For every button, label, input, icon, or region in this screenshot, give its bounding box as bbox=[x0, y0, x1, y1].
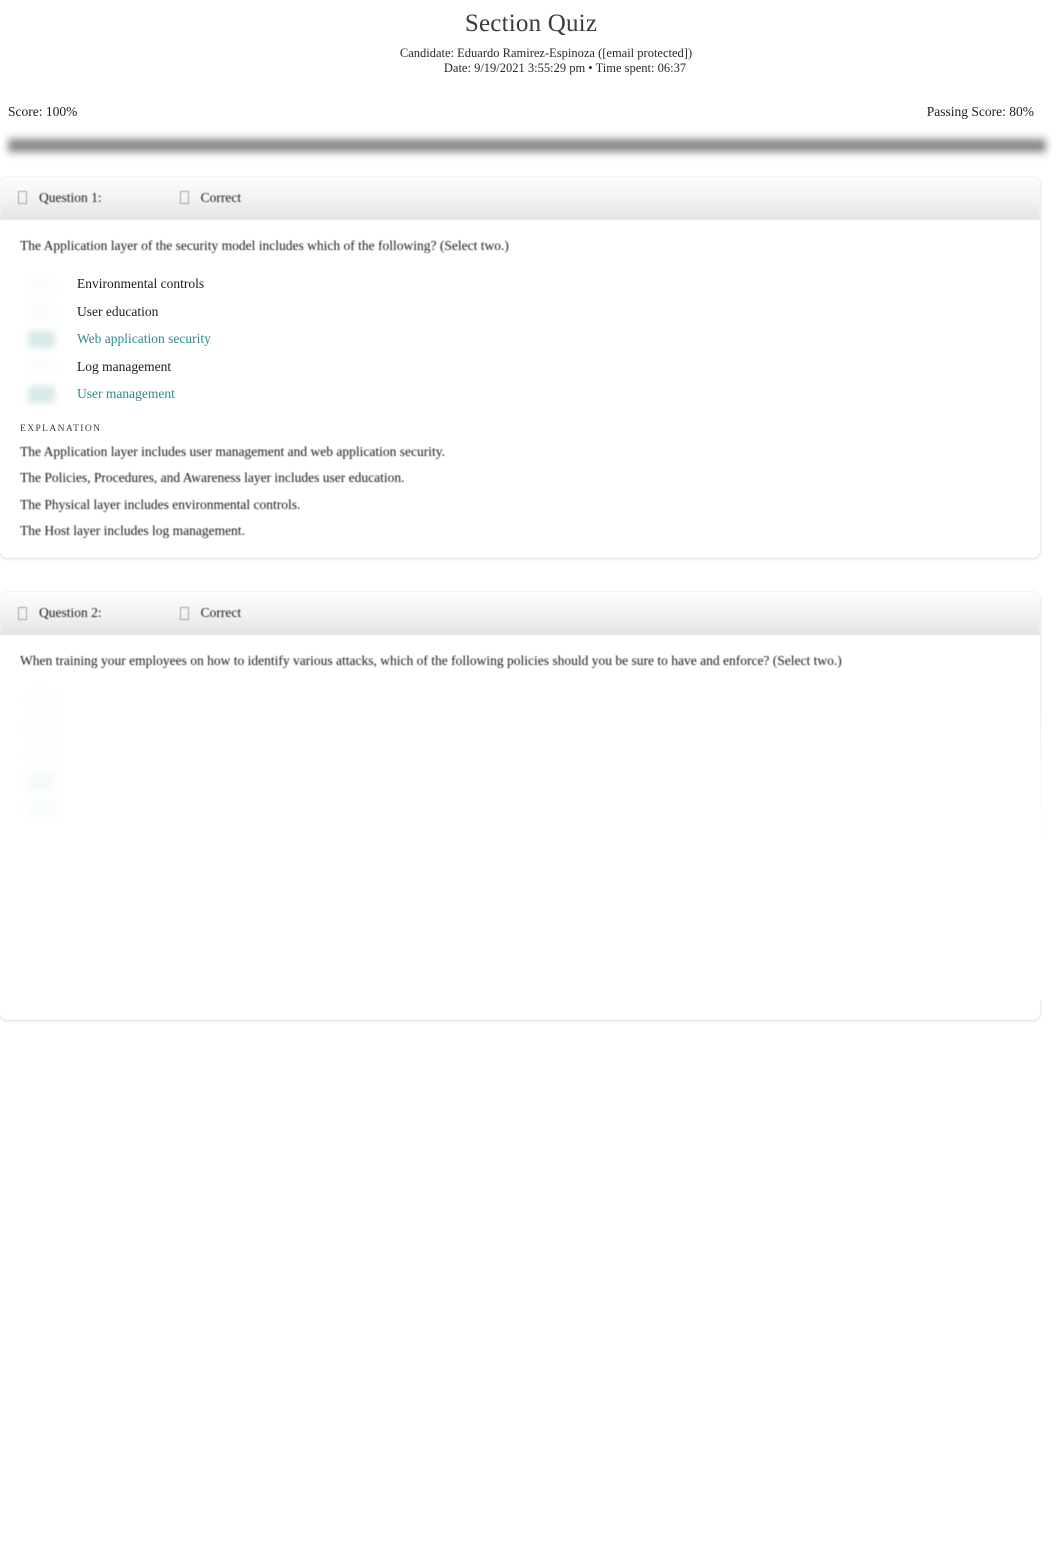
answer-option-selected[interactable]: User management bbox=[20, 381, 1020, 409]
answer-option[interactable]: Environmental controls bbox=[20, 271, 1020, 299]
explanation-line: The Application layer includes user mana… bbox=[20, 444, 445, 460]
answer-option-selected[interactable]: Web application security bbox=[20, 326, 1020, 354]
answer-marker-icon bbox=[28, 801, 55, 819]
answer-label: Log management bbox=[77, 358, 172, 374]
passing-score-label: Passing Score: 80% bbox=[926, 103, 1034, 119]
score-progress-bar bbox=[0, 129, 1062, 163]
question-icon bbox=[18, 191, 27, 204]
answer-option[interactable]: Log management bbox=[20, 353, 1020, 381]
page-title: Section Quiz bbox=[464, 10, 598, 37]
answer-label: User education bbox=[77, 303, 159, 319]
candidate-line: Candidate: Eduardo Ramirez-Espinoza ([em… bbox=[399, 46, 693, 60]
question-text: The Application layer of the security mo… bbox=[20, 237, 509, 253]
answer-options bbox=[20, 686, 1020, 824]
answer-option-selected[interactable] bbox=[20, 796, 1020, 824]
answer-option[interactable] bbox=[20, 686, 1020, 714]
explanation-line: The Policies, Procedures, and Awareness … bbox=[20, 470, 405, 486]
answer-marker-icon bbox=[28, 385, 55, 403]
answer-marker-icon bbox=[28, 275, 55, 293]
questions-list: Question 1: Correct The Application laye… bbox=[0, 176, 1062, 1020]
question-label: Question 1: bbox=[39, 189, 102, 205]
question-body: When training your employees on how to i… bbox=[0, 635, 1040, 1020]
answer-option[interactable]: User education bbox=[20, 298, 1020, 326]
answer-option[interactable] bbox=[20, 741, 1020, 769]
answer-label: User management bbox=[77, 386, 175, 402]
check-icon bbox=[179, 191, 189, 204]
explanation-line: The Host layer includes log management. bbox=[20, 522, 245, 538]
explanation-line: The Physical layer includes environmenta… bbox=[20, 496, 301, 512]
score-label: Score: 100% bbox=[8, 103, 78, 119]
answer-option-selected[interactable] bbox=[20, 769, 1020, 797]
question-card-tail bbox=[20, 824, 1020, 992]
score-progress-fill bbox=[8, 136, 1046, 154]
answer-label: Environmental controls bbox=[77, 276, 205, 292]
score-summary-row: Score: 100% Passing Score: 80% bbox=[0, 104, 1062, 126]
answer-marker-icon bbox=[28, 719, 55, 737]
status-badge: Correct bbox=[200, 605, 242, 621]
answer-options: Environmental controls User education We… bbox=[20, 271, 1020, 409]
question-card: Question 1: Correct The Application laye… bbox=[0, 176, 1040, 559]
question-header: Question 2: Correct bbox=[0, 592, 1040, 636]
question-header: Question 1: Correct bbox=[0, 176, 1040, 220]
question-icon bbox=[18, 606, 27, 620]
answer-marker-icon bbox=[28, 746, 55, 764]
answer-marker-icon bbox=[28, 691, 55, 709]
check-icon bbox=[179, 606, 189, 620]
question-text: When training your employees on how to i… bbox=[20, 653, 842, 669]
explanation-heading: EXPLANATION bbox=[20, 424, 102, 435]
report-header: Section Quiz Candidate: Eduardo Ramirez-… bbox=[0, 0, 1062, 77]
answer-marker-icon bbox=[28, 358, 55, 376]
answer-marker-icon bbox=[28, 774, 55, 792]
answer-label: Web application security bbox=[77, 331, 211, 347]
question-card: Question 2: Correct When training your e… bbox=[0, 592, 1040, 1020]
question-label: Question 2: bbox=[39, 605, 102, 621]
answer-option[interactable] bbox=[20, 714, 1020, 742]
question-body: The Application layer of the security mo… bbox=[0, 220, 1040, 559]
date-line: Date: 9/19/2021 3:55:29 pm • Time spent:… bbox=[443, 61, 687, 76]
status-badge: Correct bbox=[200, 189, 242, 205]
answer-marker-icon bbox=[28, 303, 55, 321]
answer-marker-icon bbox=[28, 330, 55, 348]
